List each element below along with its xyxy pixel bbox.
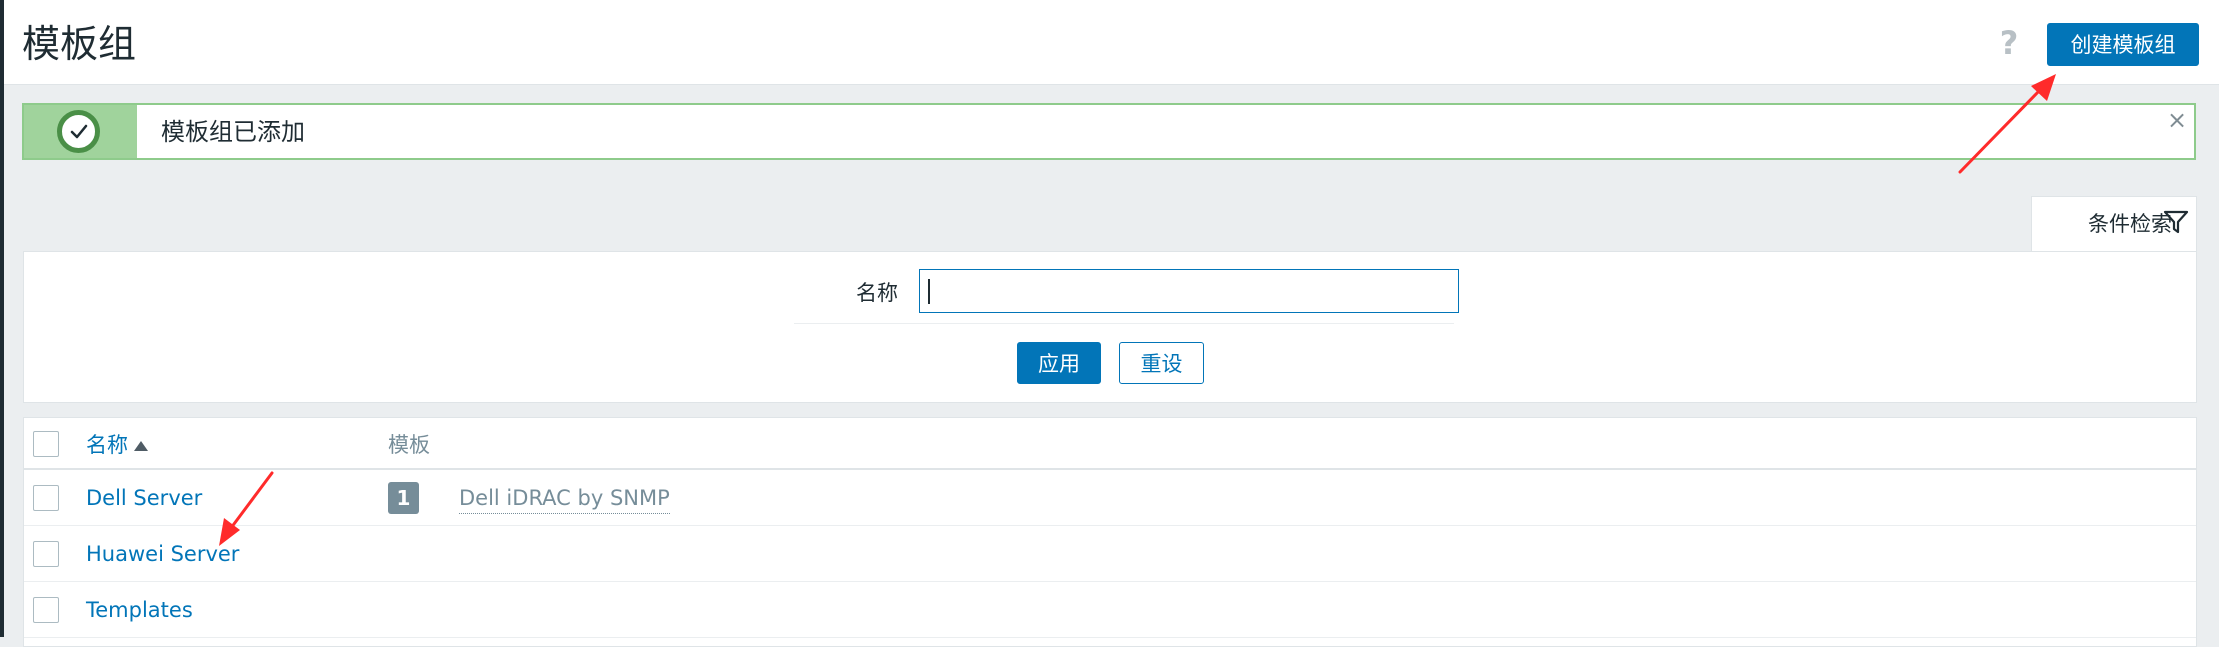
sort-asc-icon [134, 441, 148, 451]
reset-button[interactable]: 重设 [1119, 342, 1204, 384]
row-checkbox[interactable] [33, 541, 59, 567]
template-groups-table: 名称 模板 Dell Server 1 Dell iDRAC by SNMP H… [23, 417, 2197, 647]
group-name-link[interactable]: Templates [86, 595, 193, 625]
create-template-group-button[interactable]: 创建模板组 [2047, 23, 2199, 66]
column-header-name[interactable]: 名称 [86, 430, 148, 460]
message-icon-area [24, 105, 137, 158]
select-all-checkbox[interactable] [33, 431, 59, 457]
column-header-name-label: 名称 [86, 433, 128, 457]
apply-button[interactable]: 应用 [1017, 342, 1101, 384]
name-filter-input[interactable] [919, 269, 1459, 313]
table-header: 名称 模板 [24, 418, 2196, 470]
page-title: 模板组 [22, 22, 137, 66]
close-icon[interactable]: × [2166, 108, 2188, 132]
success-message: 模板组已添加 × [22, 103, 2196, 160]
filter-tab-label: 条件检索 [2088, 212, 2172, 236]
row-checkbox[interactable] [33, 485, 59, 511]
template-count-badge: 1 [388, 482, 419, 514]
filter-icon [2163, 209, 2189, 239]
check-icon [57, 110, 100, 153]
group-name-link[interactable]: Huawei Server [86, 539, 239, 569]
filter-panel: 名称 应用 重设 [23, 251, 2197, 403]
group-name-link[interactable]: Dell Server [86, 483, 202, 513]
help-icon[interactable]: ? [1994, 24, 2024, 62]
table-row: Templates [24, 582, 2196, 638]
filter-name-label: 名称 [856, 281, 898, 305]
row-checkbox[interactable] [33, 597, 59, 623]
column-header-templates: 模板 [388, 433, 430, 457]
filter-tab[interactable]: 条件检索 [2031, 196, 2197, 252]
table-row: Huawei Server [24, 526, 2196, 582]
table-row: Dell Server 1 Dell iDRAC by SNMP [24, 470, 2196, 526]
app-sidebar-edge [0, 0, 4, 637]
message-text: 模板组已添加 [161, 118, 305, 146]
template-link[interactable]: Dell iDRAC by SNMP [459, 483, 670, 514]
text-caret [928, 279, 930, 304]
filter-divider [794, 323, 1454, 324]
page-header: 模板组 ? 创建模板组 [4, 0, 2219, 85]
